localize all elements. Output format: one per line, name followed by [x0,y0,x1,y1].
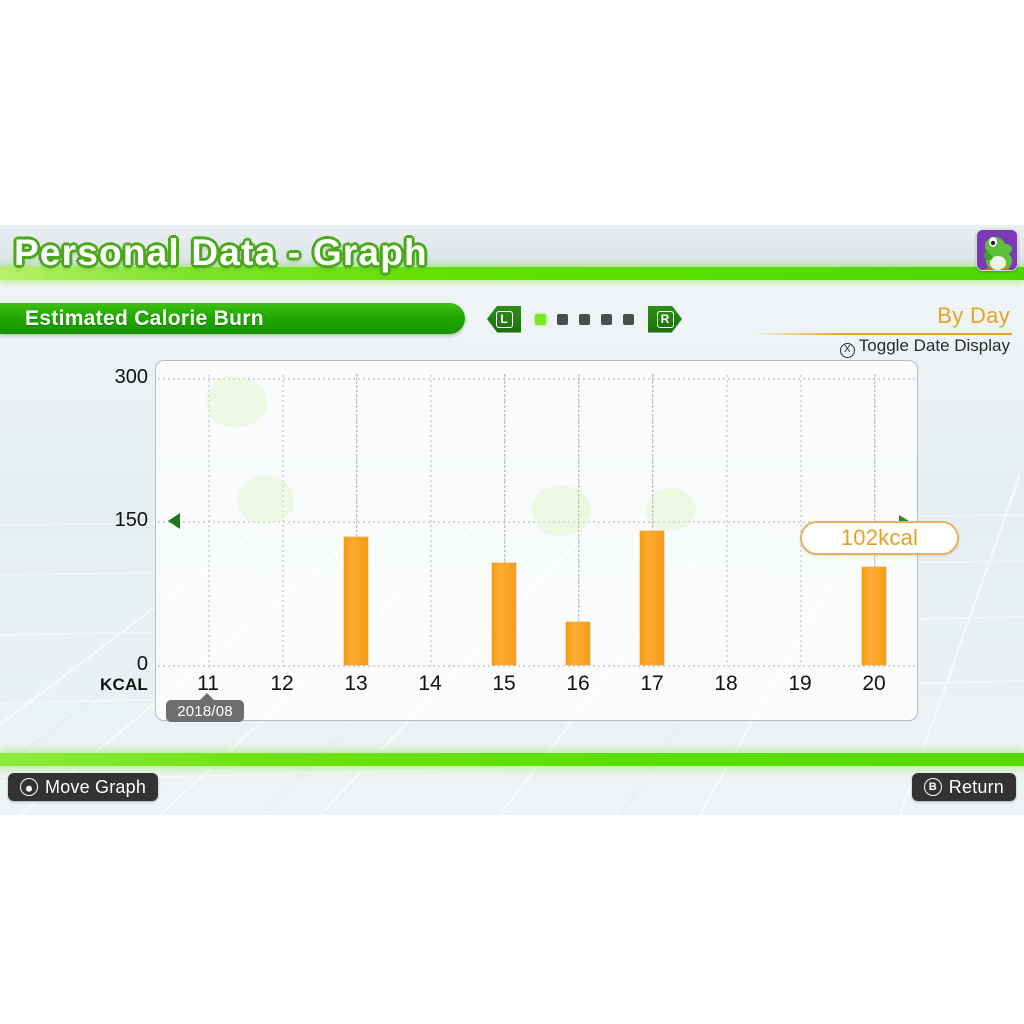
page-dot-4[interactable] [601,313,612,325]
value-tooltip: 102kcal [800,521,959,555]
y-axis-unit-label: KCAL [99,675,148,694]
l-button-label: L [495,310,513,328]
page-dot-5[interactable] [623,313,634,325]
bar-20[interactable] [862,567,886,665]
x-tick-12: 12 [270,672,294,695]
bottom-glow-rule [0,753,1024,766]
view-mode-label[interactable]: By Day [755,303,1010,329]
move-graph-hint[interactable]: Move Graph [8,773,159,801]
date-badge-label: 2018/08 [177,702,233,720]
l-shoulder-button[interactable]: L [487,305,521,333]
avatar[interactable] [976,229,1018,271]
screenshot-canvas: Personal Data - Graph Estimated Calorie … [0,0,1024,1024]
x-tick-20: 20 [862,672,886,695]
bar-stem [355,374,357,537]
y-tick-150: 150 [114,509,148,531]
toggle-date-display-hint[interactable]: X Toggle Date Display [710,336,1010,358]
x-tick-15: 15 [492,672,516,695]
tooltip-value: 102kcal [840,525,919,550]
bar-16[interactable] [566,621,590,665]
bar-stem [651,374,653,532]
page-indicator-dots [535,313,634,325]
bar-15[interactable] [492,562,516,665]
move-graph-label: Move Graph [45,776,147,797]
page-dot-1[interactable] [535,313,546,325]
toggle-date-display-label: Toggle Date Display [858,336,1010,355]
x-tick-17: 17 [640,672,664,695]
page-dot-2[interactable] [557,313,568,325]
x-tick-16: 16 [566,672,590,695]
goal-marker-left-icon [168,513,180,529]
page-dot-3[interactable] [579,313,590,325]
yoshi-avatar-icon [977,230,1017,270]
x-tick-18: 18 [714,672,738,695]
return-label: Return [948,776,1004,797]
x-tick-13: 13 [344,672,368,695]
bar-13[interactable] [344,536,368,665]
r-shoulder-button[interactable]: R [648,305,682,333]
y-tick-0: 0 [136,653,148,675]
r-button-label: R [656,310,674,328]
y-tick-300: 300 [114,366,148,388]
page-title: Personal Data - Graph [14,232,428,273]
section-title: Estimated Calorie Burn [25,306,264,330]
b-button-icon: B [923,778,942,796]
page-switcher: L R [487,305,682,333]
view-mode-underline [752,333,1012,335]
left-stick-icon [20,778,38,796]
bar-stem [503,374,505,563]
section-header-bar: Estimated Calorie Burn [0,303,465,334]
bar-stem [577,374,579,622]
date-badge: 2018/08 [166,693,244,722]
x-tick-14: 14 [418,672,442,695]
bar-17[interactable] [640,531,664,665]
x-button-icon: X [839,342,855,358]
return-hint[interactable]: B Return [911,773,1016,801]
x-tick-19: 19 [788,672,812,695]
